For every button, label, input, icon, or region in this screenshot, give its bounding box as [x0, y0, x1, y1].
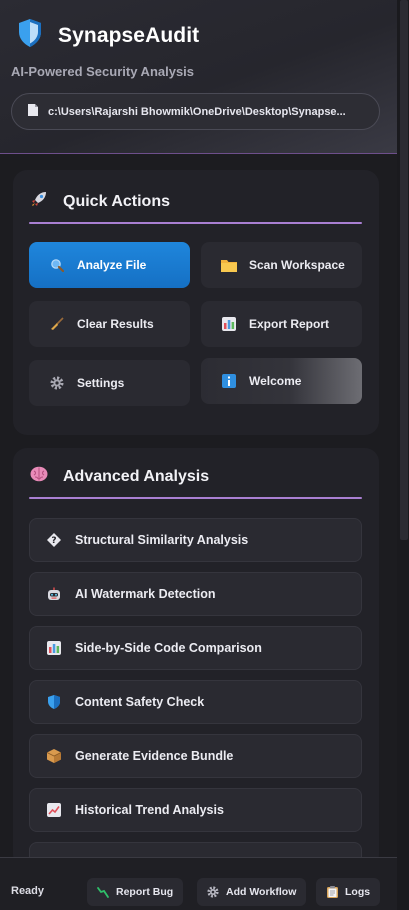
- historical-trend-button[interactable]: Historical Trend Analysis: [29, 788, 362, 832]
- app-title: SynapseAudit: [58, 23, 200, 47]
- add-workflow-button[interactable]: Add Workflow: [197, 878, 307, 906]
- logs-label: Logs: [345, 886, 371, 898]
- report-bug-button[interactable]: Report Bug: [87, 878, 184, 906]
- magnifier-icon: [49, 257, 65, 273]
- welcome-label: Welcome: [249, 374, 302, 388]
- unknown-glyph-icon: ?: [46, 532, 62, 548]
- clipboard-icon: [326, 886, 338, 898]
- section-divider: [29, 497, 362, 499]
- scan-workspace-label: Scan Workspace: [249, 258, 345, 272]
- status-text: Ready: [11, 885, 45, 897]
- current-file-path[interactable]: c:\Users\Rajarshi Bhowmik\OneDrive\Deskt…: [11, 93, 380, 130]
- header: SynapseAudit AI-Powered Security Analysi…: [0, 0, 397, 154]
- code-comparison-button[interactable]: Side-by-Side Code Comparison: [29, 626, 362, 670]
- next-analysis-button[interactable]: [29, 842, 362, 857]
- welcome-button[interactable]: Welcome: [201, 358, 362, 404]
- brain-icon: [29, 466, 49, 487]
- chart-icon: [221, 316, 237, 332]
- evidence-bundle-label: Generate Evidence Bundle: [75, 749, 234, 763]
- add-workflow-label: Add Workflow: [226, 886, 297, 898]
- advanced-analysis-card: Advanced Analysis ? Structural Similarit…: [13, 448, 379, 857]
- export-report-button[interactable]: Export Report: [201, 301, 362, 347]
- package-icon: [46, 748, 62, 764]
- advanced-analysis-title: Advanced Analysis: [63, 467, 210, 485]
- status-bar: Ready Report Bug Add Workflow Logs: [0, 857, 397, 910]
- scan-workspace-button[interactable]: Scan Workspace: [201, 242, 362, 288]
- rocket-icon: [29, 190, 49, 213]
- clear-results-button[interactable]: Clear Results: [29, 301, 190, 347]
- bug-icon: [97, 886, 109, 898]
- content-scroll-area[interactable]: Quick Actions Analyze File Scan Workspac…: [0, 155, 397, 857]
- info-icon: [221, 373, 237, 389]
- advanced-analysis-header: Advanced Analysis: [29, 466, 209, 487]
- quick-actions-header: Quick Actions: [29, 190, 170, 213]
- svg-text:?: ?: [51, 536, 56, 546]
- quick-actions-title: Quick Actions: [63, 192, 170, 210]
- logs-button[interactable]: Logs: [316, 878, 381, 906]
- report-bug-label: Report Bug: [116, 886, 174, 898]
- app-subtitle: AI-Powered Security Analysis: [11, 64, 195, 79]
- chart-icon: [46, 640, 62, 656]
- section-divider: [29, 222, 362, 224]
- trend-icon: [46, 802, 62, 818]
- ai-watermark-label: AI Watermark Detection: [75, 587, 216, 601]
- scrollbar-thumb[interactable]: [400, 0, 408, 540]
- gear-icon: [49, 375, 65, 391]
- content-safety-button[interactable]: Content Safety Check: [29, 680, 362, 724]
- file-icon: [28, 103, 48, 121]
- analyze-file-label: Analyze File: [77, 258, 147, 272]
- broom-icon: [49, 316, 65, 332]
- quick-actions-card: Quick Actions Analyze File Scan Workspac…: [13, 170, 379, 435]
- settings-label: Settings: [77, 376, 125, 390]
- folder-icon: [221, 257, 237, 273]
- gear-icon: [207, 886, 219, 898]
- structural-similarity-label: Structural Similarity Analysis: [75, 533, 249, 547]
- synapseaudit-panel: SynapseAudit AI-Powered Security Analysi…: [0, 0, 409, 910]
- analyze-file-button[interactable]: Analyze File: [29, 242, 190, 288]
- ai-watermark-button[interactable]: AI Watermark Detection: [29, 572, 362, 616]
- historical-trend-label: Historical Trend Analysis: [75, 803, 224, 817]
- robot-icon: [46, 586, 62, 602]
- shield-icon: [46, 694, 62, 710]
- shield-logo-icon: [18, 18, 42, 53]
- clear-results-label: Clear Results: [77, 317, 154, 331]
- evidence-bundle-button[interactable]: Generate Evidence Bundle: [29, 734, 362, 778]
- settings-button[interactable]: Settings: [29, 360, 190, 406]
- structural-similarity-button[interactable]: ? Structural Similarity Analysis: [29, 518, 362, 562]
- brand: SynapseAudit: [18, 18, 199, 53]
- file-path-text: c:\Users\Rajarshi Bhowmik\OneDrive\Deskt…: [48, 105, 346, 118]
- code-comparison-label: Side-by-Side Code Comparison: [75, 641, 262, 655]
- content-safety-label: Content Safety Check: [75, 695, 205, 709]
- export-report-label: Export Report: [249, 317, 330, 331]
